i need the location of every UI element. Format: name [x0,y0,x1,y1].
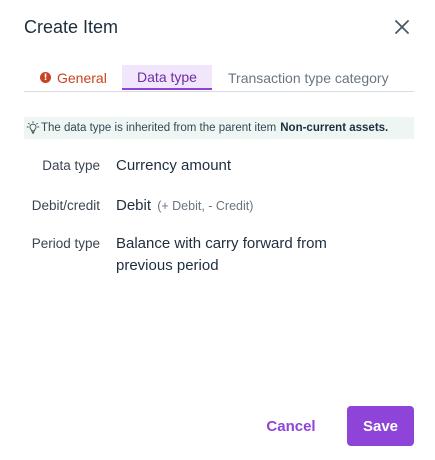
cancel-button[interactable]: Cancel [252,406,330,446]
tab-transaction-type-category-label: Transaction type category [228,69,389,86]
save-button[interactable]: Save [347,406,414,446]
debit-credit-label: Debit/credit [31,198,100,213]
tab-general-label: General [57,69,107,86]
period-type-value-line1: Balance with carry forward from [116,235,327,252]
create-item-dialog: Create Item ! General Data type Transact… [0,0,435,460]
tab-general[interactable]: ! General [40,65,107,90]
tab-data-type-label: Data type [137,68,197,85]
info-banner: The data type is inherited from the pare… [24,117,414,139]
info-text: The data type is inherited from the pare… [41,122,277,134]
close-button[interactable] [390,15,414,39]
tab-data-type[interactable]: Data type [122,65,212,90]
data-type-label: Data type [42,158,100,173]
error-icon: ! [40,72,51,83]
debit-credit-hint: (+ Debit, - Credit) [157,199,254,213]
close-icon [395,20,409,34]
period-type-value-line2: previous period [116,257,219,274]
lightbulb-icon [26,121,40,135]
period-type-value: Balance with carry forward from previous… [116,233,327,277]
info-parent-item: Non-current assets. [280,122,389,134]
data-type-value: Currency amount [116,157,232,174]
period-type-label: Period type [31,236,100,251]
dialog-title: Create Item [24,17,119,37]
tab-bar: ! General Data type Transaction type cat… [24,65,414,92]
debit-credit-field: Debit (+ Debit, - Credit) [116,195,253,217]
debit-credit-value: Debit [116,197,152,214]
tab-transaction-type-category[interactable]: Transaction type category [228,65,389,90]
